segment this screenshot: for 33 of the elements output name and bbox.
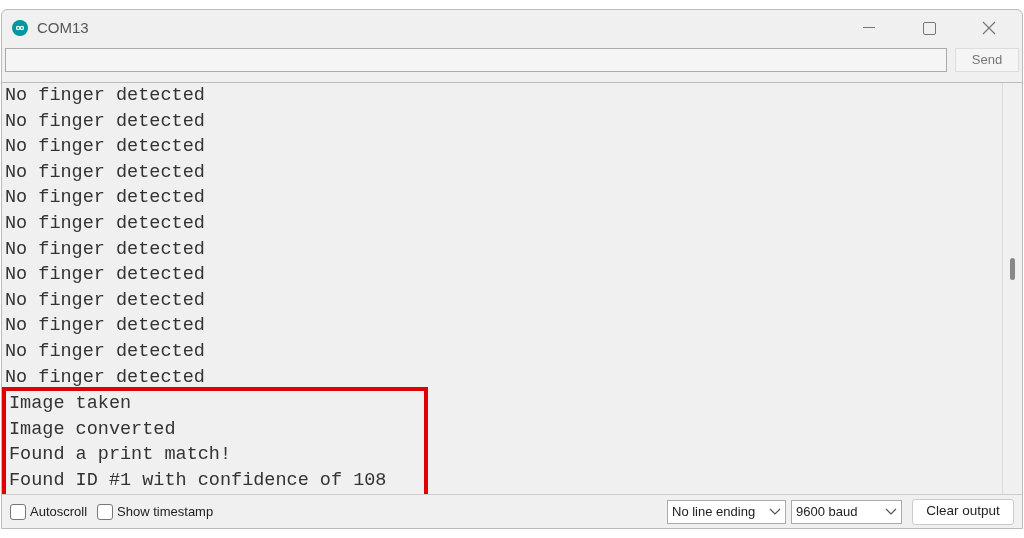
output-line: No finger detected	[4, 288, 205, 313]
output-line: Found ID #1 with confidence of 108	[8, 468, 387, 493]
maximize-icon	[922, 21, 936, 35]
app-logo-icon	[12, 20, 28, 36]
output-line: No finger detected	[4, 211, 205, 236]
checkbox[interactable]	[97, 503, 114, 520]
output-line: Image converted	[8, 417, 176, 442]
clear-output-button[interactable]: Clear output	[912, 498, 1014, 525]
output-line: No finger detected	[4, 263, 205, 288]
output-line: No finger detected	[4, 365, 205, 390]
output-line: Found a print match!	[8, 443, 232, 468]
window-title: COM13	[37, 17, 89, 38]
output-line: No finger detected	[4, 135, 205, 160]
baud-rate-dropdown[interactable]: 9600 baud	[791, 499, 902, 524]
caret-icon	[769, 507, 781, 516]
output-line: No finger detected	[4, 314, 205, 339]
output-line: No finger detected	[4, 84, 205, 108]
scrollbar-thumb[interactable]	[1010, 258, 1015, 280]
output-line: Image taken	[8, 392, 132, 417]
output-line: No finger detected	[4, 109, 205, 134]
send-field[interactable]	[5, 48, 947, 72]
minimize-icon	[863, 27, 875, 29]
checkbox[interactable]	[10, 503, 26, 520]
caret-icon	[885, 507, 897, 516]
close-icon	[982, 21, 996, 35]
output-line: No finger detected	[4, 186, 205, 211]
send-button[interactable]: Send	[955, 48, 1019, 72]
output-line: No finger detected	[4, 160, 205, 185]
checkbox-label: Autoscroll	[30, 502, 88, 521]
output-line: No finger detected	[4, 237, 205, 262]
output-line: No finger detected	[4, 339, 205, 364]
checkbox-label: Show timestamp	[117, 502, 214, 521]
line-ending-dropdown[interactable]: No line ending	[667, 499, 786, 524]
